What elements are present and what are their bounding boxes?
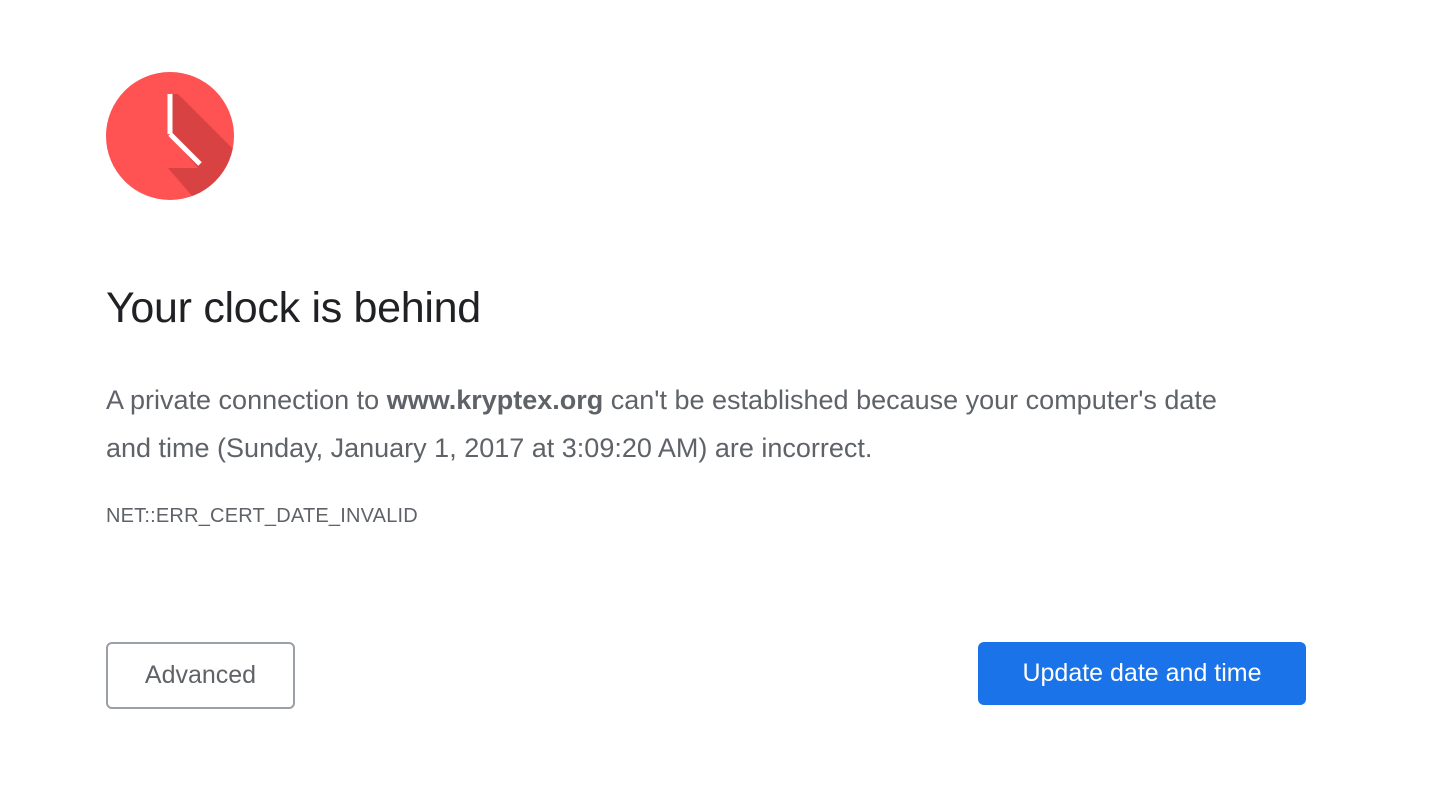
site-domain: www.kryptex.org [386, 385, 604, 415]
interstitial-page: Your clock is behind A private connectio… [106, 72, 1306, 772]
error-message: A private connection to www.kryptex.org … [106, 376, 1246, 472]
page-title: Your clock is behind [106, 284, 481, 332]
advanced-button[interactable]: Advanced [106, 642, 295, 709]
message-prefix: A private connection to [106, 385, 387, 415]
update-date-time-button[interactable]: Update date and time [978, 642, 1306, 705]
clock-icon [106, 72, 234, 200]
error-code[interactable]: NET::ERR_CERT_DATE_INVALID [106, 505, 418, 528]
